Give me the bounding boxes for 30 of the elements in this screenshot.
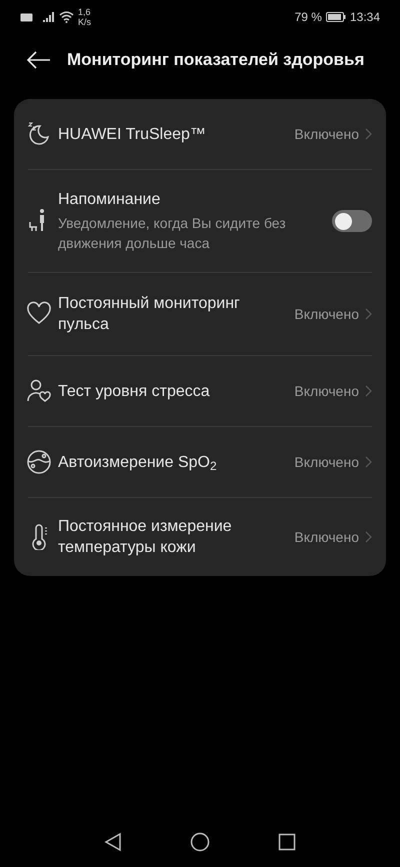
toggle-switch[interactable] — [332, 210, 372, 232]
setting-title: Тест уровня стресса — [58, 382, 211, 402]
status-value[interactable]: Включено — [294, 526, 359, 548]
status-value[interactable]: Включено — [294, 380, 359, 402]
status-value[interactable]: Включено — [294, 452, 359, 472]
recents-icon[interactable] — [278, 833, 296, 851]
setting-title: Постоянный мониторинг пульса — [58, 294, 241, 335]
moon-icon — [26, 121, 52, 147]
status-value[interactable]: Включено — [294, 124, 359, 144]
network-speed: 1,6 — [78, 7, 92, 17]
clock-time: 13:34 — [350, 9, 380, 26]
wifi-icon — [59, 11, 74, 23]
person-heart-icon — [26, 378, 52, 404]
back-arrow-icon[interactable] — [27, 51, 51, 69]
home-icon[interactable] — [190, 832, 210, 852]
setting-title: Автоизмерение SpO$_{2}$ — [58, 452, 218, 472]
status-value[interactable]: Включено — [294, 304, 359, 324]
signal-icon — [43, 12, 55, 22]
setting-description: Уведомление, когда Вы сидите без движения дольше часа — [58, 214, 287, 253]
setting-title: HUAWEI TruSleep™ — [58, 124, 207, 144]
globe-bubbles-icon — [26, 449, 52, 475]
volte-icon — [20, 12, 33, 22]
back-icon[interactable] — [104, 832, 122, 852]
battery-percent: 79 % — [294, 9, 322, 26]
network-speed-unit: K/s — [78, 17, 92, 27]
setting-title: Напоминание — [58, 190, 162, 210]
page-title: Мониторинг показателей здоровья — [67, 49, 364, 72]
heart-icon — [26, 301, 52, 327]
battery-icon — [326, 12, 346, 22]
setting-title: Постоянное измерение температуры кожи — [58, 517, 233, 558]
